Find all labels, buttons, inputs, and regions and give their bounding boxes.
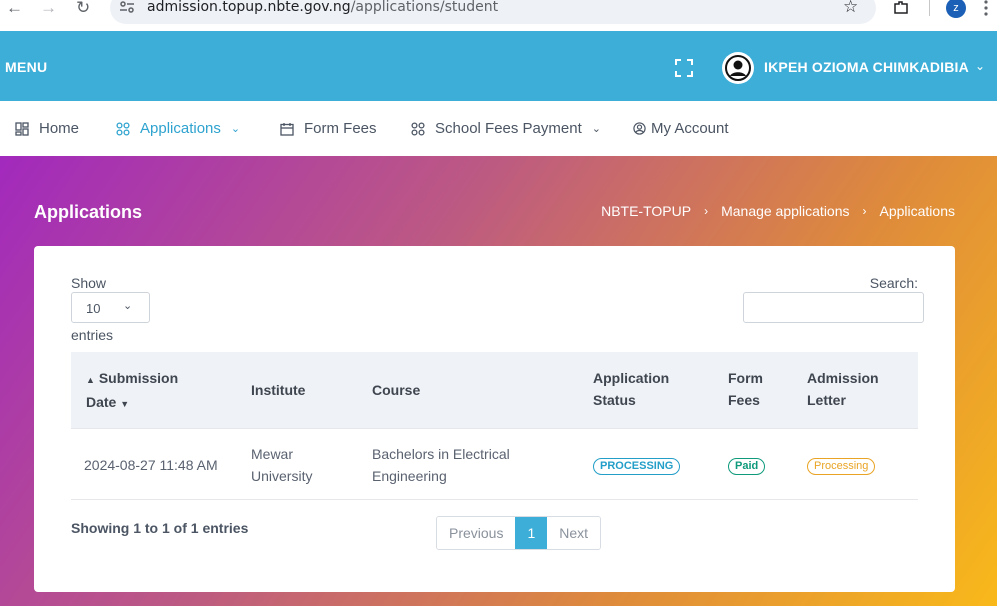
dashboard-icon [15, 121, 29, 136]
bookmark-star-icon[interactable]: ☆ [843, 0, 858, 17]
nav-school-fees[interactable]: School Fees Payment ⌄ [411, 101, 601, 156]
user-circle-icon [633, 122, 646, 135]
chevron-down-icon[interactable]: ⌄ [975, 59, 985, 73]
forward-arrow-icon[interactable]: → [40, 0, 57, 16]
previous-page-button[interactable]: Previous [437, 517, 516, 549]
column-course[interactable]: Course [372, 379, 420, 401]
applications-card: Show 10 ⌄ entries Search: ▲ Submission D… [34, 246, 955, 592]
show-label: Show [71, 275, 107, 291]
chevron-right-icon: › [704, 204, 709, 218]
content-area: Applications NBTE-TOPUP › Manage applica… [0, 156, 997, 606]
next-page-button[interactable]: Next [547, 517, 601, 549]
table-header: ▲ Submission Date ▼ Institute Course App… [71, 352, 918, 428]
column-admission-letter[interactable]: Admission Letter [807, 367, 879, 411]
nav-applications[interactable]: Applications ⌄ [116, 101, 240, 156]
column-date-line2: Date [86, 394, 117, 410]
menu-toggle[interactable]: MENU [5, 59, 47, 75]
page-length-value: 10 [86, 301, 101, 316]
chevron-down-icon: ⌄ [123, 300, 133, 312]
column-application-status[interactable]: Application Status [593, 367, 669, 411]
page-length-select[interactable]: 10 ⌄ [71, 292, 150, 323]
column-letter-line2: Letter [807, 392, 846, 408]
nav-home-label: Home [39, 120, 80, 137]
apps-grid-icon [116, 121, 130, 136]
nav-applications-label: Applications [140, 120, 221, 137]
search-label: Search: [869, 275, 918, 291]
extensions-icon[interactable] [893, 0, 910, 14]
breadcrumb: NBTE-TOPUP › Manage applications › Appli… [601, 203, 955, 219]
pagination: Previous 1 Next [436, 516, 602, 550]
column-letter-line1: Admission [807, 370, 879, 386]
nav-my-account[interactable]: My Account [633, 101, 729, 156]
nav-home[interactable]: Home [15, 101, 79, 156]
user-circle-icon [725, 55, 751, 81]
nav-form-fees-label: Form Fees [304, 120, 377, 137]
breadcrumb-item-current: Applications [879, 203, 956, 219]
cell-course-line1: Bachelors in Electrical [372, 446, 510, 462]
admission-letter-badge: Processing [807, 458, 876, 475]
url-host: admission.topup.nbte.gov.ng [147, 0, 351, 15]
cell-date: 2024-08-27 11:48 AM [84, 457, 218, 473]
column-submission-date[interactable]: ▲ Submission Date ▼ [86, 367, 178, 415]
sort-down-icon: ▼ [120, 399, 130, 409]
browser-menu-icon[interactable] [984, 0, 988, 16]
nav-my-account-label: My Account [651, 120, 729, 137]
application-status-badge: PROCESSING [593, 458, 681, 475]
fullscreen-icon[interactable] [675, 59, 693, 77]
page-title: Applications [34, 202, 143, 222]
app-header: MENU IKPEH OZIOMA CHIMKADIBIA ⌄ [0, 31, 997, 101]
chevron-down-icon: ⌄ [591, 123, 601, 135]
table-row: 2024-08-27 11:48 AM Mewar University Bac… [71, 428, 918, 500]
url-text: admission.topup.nbte.gov.ng/applications… [147, 0, 498, 15]
chevron-right-icon: › [862, 204, 867, 218]
apps-grid-icon [411, 121, 425, 136]
breadcrumb-item[interactable]: Manage applications [721, 203, 849, 219]
browser-toolbar: ← → ↻ admission.topup.nbte.gov.ng/applic… [0, 0, 997, 31]
back-arrow-icon[interactable]: ← [6, 0, 23, 16]
entries-label: entries [71, 327, 114, 343]
chevron-down-icon: ⌄ [230, 123, 241, 135]
reload-icon[interactable]: ↻ [76, 0, 90, 16]
calendar-icon [280, 122, 294, 136]
cell-course: Bachelors in Electrical Engineering [372, 443, 510, 487]
sort-up-icon: ▲ [86, 375, 95, 385]
nav-school-fees-label: School Fees Payment [435, 120, 582, 137]
column-form-fees[interactable]: Form Fees [728, 367, 763, 411]
site-settings-icon[interactable] [119, 1, 135, 13]
user-avatar[interactable] [722, 52, 754, 84]
page-1-button[interactable]: 1 [515, 517, 548, 549]
address-bar[interactable]: admission.topup.nbte.gov.ng/applications… [110, 0, 876, 24]
user-name[interactable]: IKPEH OZIOMA CHIMKADIBIA [764, 59, 969, 75]
url-path: /applications/student [350, 0, 499, 15]
form-fees-badge: Paid [728, 458, 766, 475]
browser-profile-avatar[interactable]: z [946, 0, 966, 18]
breadcrumb-item[interactable]: NBTE-TOPUP [601, 203, 691, 219]
table-info: Showing 1 to 1 of 1 entries [71, 520, 249, 536]
column-institute[interactable]: Institute [251, 379, 305, 401]
nav-form-fees[interactable]: Form Fees [280, 101, 377, 156]
search-input[interactable] [743, 292, 924, 323]
column-status-line1: Application [593, 370, 670, 386]
cell-institute: Mewar University [251, 443, 312, 487]
column-fees-line2: Fees [728, 392, 760, 408]
column-status-line2: Status [593, 392, 636, 408]
main-nav: Home Applications ⌄ Form Fees School Fee… [0, 101, 997, 156]
column-fees-line1: Form [728, 370, 763, 386]
cell-institute-line2: University [251, 468, 313, 484]
column-date-line1: Submission [98, 370, 179, 386]
toolbar-divider [929, 0, 930, 16]
cell-course-line2: Engineering [372, 468, 447, 484]
cell-institute-line1: Mewar [251, 446, 294, 462]
